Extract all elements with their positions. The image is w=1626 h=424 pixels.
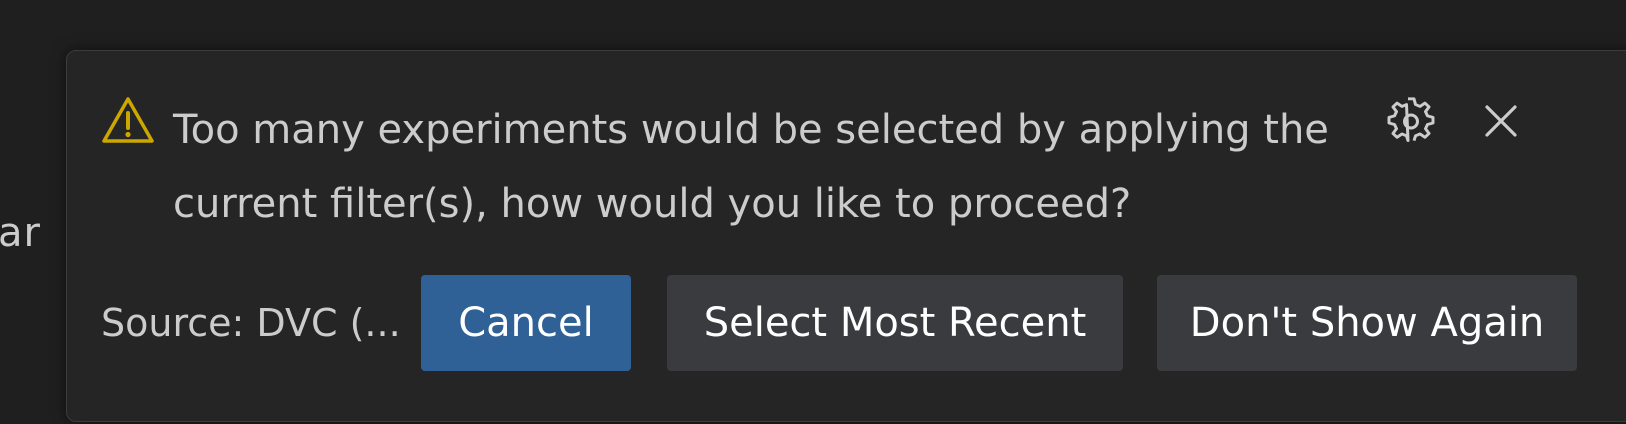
cancel-button[interactable]: Cancel: [421, 275, 631, 371]
notification-actions: Source: DVC (... Cancel Select Most Rece…: [101, 275, 1577, 371]
gear-icon: [1387, 97, 1435, 149]
background-partial-text: ar: [0, 210, 41, 256]
notification-message: Too many experiments would be selected b…: [173, 107, 1329, 227]
notification-source: Source: DVC (...: [101, 301, 401, 345]
notification-close-button[interactable]: [1475, 97, 1527, 149]
close-icon: [1483, 103, 1519, 143]
select-most-recent-button[interactable]: Select Most Recent: [667, 275, 1123, 371]
warning-icon: [101, 95, 155, 145]
notification-toast: Too many experiments would be selected b…: [66, 50, 1626, 422]
notification-settings-button[interactable]: [1385, 97, 1437, 149]
dont-show-again-button[interactable]: Don't Show Again: [1157, 275, 1577, 371]
